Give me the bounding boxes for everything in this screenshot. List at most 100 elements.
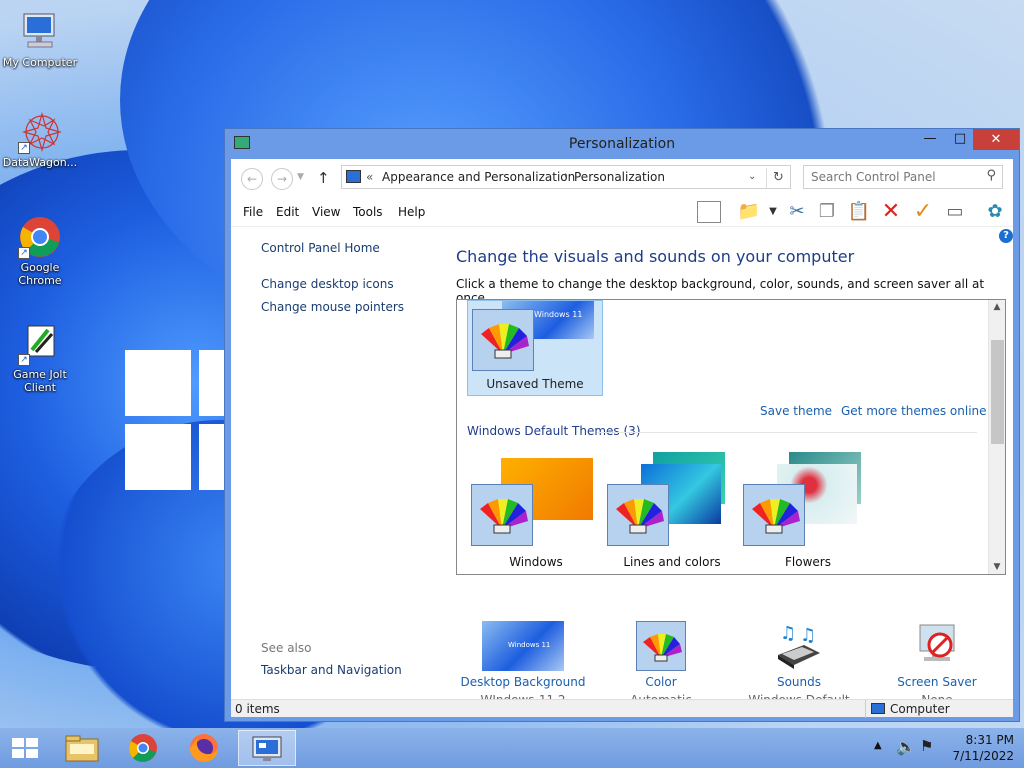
color-link[interactable]: Color: [591, 675, 731, 689]
desktop-background-setting[interactable]: Windows 11 Desktop Background WIndows-11…: [453, 621, 593, 707]
up-button[interactable]: ↑: [317, 169, 330, 187]
change-mouse-pointers-link[interactable]: Change mouse pointers: [261, 300, 404, 314]
taskbar-navigation-link[interactable]: Taskbar and Navigation: [261, 663, 402, 677]
chrome-icon: [129, 734, 157, 762]
sounds-icon: ♫ ♫: [774, 621, 824, 671]
search-input[interactable]: Search Control Panel ⚲: [803, 165, 1003, 189]
desktop-icon-google-chrome[interactable]: ↗ Google Chrome: [0, 215, 80, 287]
desktop-icon-game-jolt-client[interactable]: ↗ Game Jolt Client: [0, 322, 80, 394]
control-panel-icon: [346, 170, 361, 183]
theme-lines-and-colors[interactable]: Lines and colors: [605, 452, 739, 572]
cut-icon[interactable]: ✂: [785, 201, 809, 223]
breadcrumb-personalization[interactable]: Personalization: [574, 170, 665, 184]
screen-saver-link[interactable]: Screen Saver: [867, 675, 1007, 689]
start-button[interactable]: [0, 730, 52, 766]
change-desktop-icons-link[interactable]: Change desktop icons: [261, 277, 394, 291]
theme-windows[interactable]: Windows: [469, 452, 603, 572]
color-palette-icon: [607, 484, 669, 546]
forward-button[interactable]: →: [271, 168, 293, 190]
desktop-background-link[interactable]: Desktop Background: [453, 675, 593, 689]
firefox-taskbar-button[interactable]: [178, 730, 230, 766]
properties-icon[interactable]: ▭: [943, 201, 967, 223]
page-title: Change the visuals and sounds on your co…: [456, 247, 855, 266]
menu-help[interactable]: Help: [398, 205, 425, 219]
shortcut-arrow-icon: ↗: [18, 354, 30, 366]
address-bar-row: ← → ▼ ↑ « Appearance and Personalization…: [231, 159, 1013, 195]
theme-list-scrollbar[interactable]: ▲ ▼: [988, 300, 1005, 574]
menu-edit[interactable]: Edit: [276, 205, 299, 219]
delete-icon[interactable]: ✕: [879, 201, 903, 223]
paste-icon[interactable]: 📋: [847, 201, 871, 223]
refresh-icon[interactable]: ↻: [766, 168, 790, 188]
chrome-taskbar-button[interactable]: [117, 730, 169, 766]
unsaved-theme-tile[interactable]: Windows 11 Unsaved Theme: [467, 300, 603, 396]
address-box[interactable]: « Appearance and Personalization › Perso…: [341, 165, 791, 189]
scroll-up-icon[interactable]: ▲: [989, 302, 1005, 312]
menu-file[interactable]: File: [243, 205, 263, 219]
screen-saver-setting[interactable]: Screen Saver None: [867, 621, 1007, 707]
back-button[interactable]: ←: [241, 168, 263, 190]
action-center-flag-icon[interactable]: ⚑: [920, 737, 933, 755]
clock[interactable]: 8:31 PM 7/11/2022: [944, 732, 1014, 764]
desktop-icon-my-computer[interactable]: My Computer: [0, 10, 80, 69]
color-palette-icon: [472, 309, 534, 371]
personalization-window: Personalization — □ ✕ ← → ▼ ↑ « Appearan…: [224, 128, 1020, 722]
control-panel-home-link[interactable]: Control Panel Home: [261, 241, 380, 255]
breadcrumb-overflow[interactable]: «: [366, 170, 373, 184]
control-panel-icon: [252, 736, 282, 761]
breadcrumb-appearance[interactable]: Appearance and Personalization: [382, 170, 575, 184]
status-item-count: 0 items: [235, 702, 280, 716]
unsaved-theme-label: Unsaved Theme: [486, 377, 584, 391]
menu-tools[interactable]: Tools: [353, 205, 383, 219]
maximize-button[interactable]: □: [947, 131, 973, 152]
svg-text:♫: ♫: [800, 625, 816, 646]
game-jolt-icon: ↗: [18, 322, 62, 366]
desktop-icon-label: Google Chrome: [18, 261, 62, 287]
shell-icon[interactable]: ✿: [983, 201, 1007, 223]
volume-muted-icon[interactable]: 🔈: [896, 737, 916, 756]
theme-label: Windows: [509, 555, 563, 569]
help-icon[interactable]: ?: [999, 229, 1013, 243]
color-palette-icon: [636, 621, 686, 671]
dropdown-arrow-icon[interactable]: ▼: [761, 201, 785, 223]
window-title: Personalization: [568, 136, 676, 152]
show-hidden-icons[interactable]: ▲: [874, 740, 882, 751]
title-bar[interactable]: Personalization — □ ✕: [225, 129, 1019, 159]
desktop-icon-label: My Computer: [2, 56, 78, 69]
theme-flowers[interactable]: Flowers: [741, 452, 875, 572]
address-dropdown-icon[interactable]: ⌄: [748, 171, 756, 182]
windows-start-icon: [12, 738, 38, 758]
shortcut-arrow-icon: ↗: [18, 142, 30, 154]
recent-dropdown-icon[interactable]: ▼: [297, 172, 304, 182]
minimize-button[interactable]: —: [917, 131, 943, 152]
theme-group-label: Windows Default Themes (3): [467, 424, 641, 438]
file-explorer-taskbar-button[interactable]: [56, 730, 108, 766]
theme-label: Flowers: [785, 555, 831, 569]
desktop-icon-label: Game Jolt Client: [13, 368, 67, 394]
color-palette-icon: [471, 484, 533, 546]
file-explorer-icon: [65, 735, 99, 762]
control-panel-taskbar-button[interactable]: [238, 730, 296, 766]
status-location: Computer: [890, 702, 950, 716]
scrollbar-thumb[interactable]: [991, 340, 1004, 444]
thumbnail-text: Windows 11: [534, 310, 583, 319]
sounds-link[interactable]: Sounds: [729, 675, 869, 689]
copy-icon[interactable]: ❐: [815, 201, 839, 223]
close-button[interactable]: ✕: [973, 129, 1019, 150]
desktop-icon-datawagon[interactable]: ↗ DataWagon...: [0, 110, 80, 169]
status-bar: 0 items Computer: [231, 699, 1013, 718]
desktop-background-thumbnail: Windows 11: [482, 621, 564, 671]
get-more-themes-link[interactable]: Get more themes online: [841, 404, 987, 418]
clock-time: 8:31 PM: [965, 733, 1014, 747]
preview-pane-icon[interactable]: [697, 201, 721, 223]
checkmark-icon[interactable]: ✓: [911, 201, 935, 223]
breadcrumb-separator-icon[interactable]: ›: [564, 170, 568, 181]
menu-view[interactable]: View: [312, 205, 340, 219]
color-setting[interactable]: Color Automatic: [591, 621, 731, 707]
save-theme-link[interactable]: Save theme: [760, 404, 832, 418]
scroll-down-icon[interactable]: ▼: [989, 562, 1005, 572]
folder-icon[interactable]: 📁: [737, 201, 761, 223]
search-placeholder: Search Control Panel: [811, 170, 936, 184]
search-icon[interactable]: ⚲: [986, 168, 996, 183]
sounds-setting[interactable]: ♫♫ Sounds Windows Default: [729, 621, 869, 707]
